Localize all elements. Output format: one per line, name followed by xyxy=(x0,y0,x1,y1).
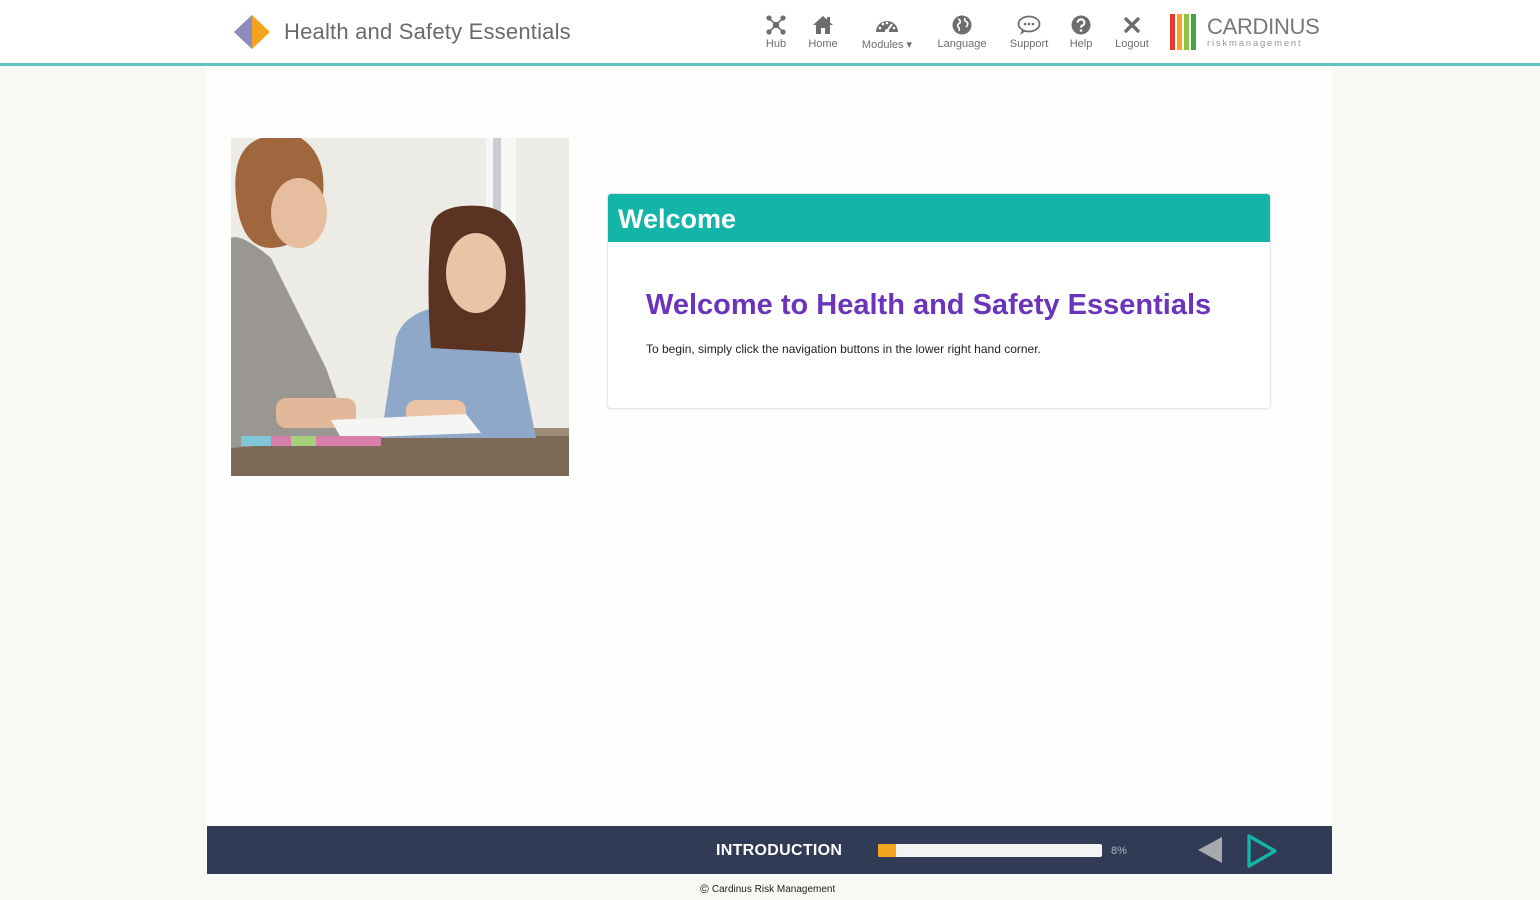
globe-icon xyxy=(952,15,972,35)
nav-help[interactable]: Help xyxy=(1065,14,1097,50)
welcome-heading: Welcome to Health and Safety Essentials xyxy=(646,289,1212,321)
close-icon xyxy=(1124,17,1140,33)
nav-help-label: Help xyxy=(1069,38,1093,50)
cardinus-bars-icon xyxy=(1170,14,1198,50)
nav-logout-label: Logout xyxy=(1115,38,1149,50)
progress-bar xyxy=(878,844,1102,857)
nav-modules-dropdown[interactable]: Modules ▾ xyxy=(855,14,919,51)
nav-home-label: Home xyxy=(808,38,838,50)
welcome-card: Welcome Welcome to Health and Safety Ess… xyxy=(607,193,1271,409)
cardinus-bar xyxy=(1177,14,1182,50)
section-title: INTRODUCTION xyxy=(716,842,843,859)
dashboard-icon xyxy=(876,21,898,33)
progress-bar-fill xyxy=(878,844,896,857)
copyright-icon: © xyxy=(700,882,709,896)
cardinus-name: CARDINUS xyxy=(1207,13,1320,39)
nav-modules-label: Modules ▾ xyxy=(861,39,913,51)
nav-language-label: Language xyxy=(937,38,987,50)
next-button[interactable] xyxy=(1245,833,1279,874)
progress-percent: 8% xyxy=(1111,845,1127,857)
nav-logout[interactable]: Logout xyxy=(1110,14,1154,50)
question-icon xyxy=(1071,15,1091,35)
previous-button[interactable] xyxy=(1195,833,1225,872)
nav-hub[interactable]: Hub xyxy=(760,14,792,50)
nav-support-label: Support xyxy=(1009,38,1049,50)
copyright-text: Cardinus Risk Management xyxy=(711,883,836,895)
cardinus-bar xyxy=(1170,14,1175,50)
cardinus-bar xyxy=(1191,14,1196,50)
nav-support[interactable]: Support xyxy=(1005,14,1053,50)
office-photo xyxy=(231,138,569,476)
welcome-card-header: Welcome xyxy=(608,194,1270,242)
triangle-right-icon xyxy=(1247,834,1277,868)
nav-language[interactable]: Language xyxy=(932,14,992,50)
cardinus-bar xyxy=(1184,14,1189,50)
nav-hub-label: Hub xyxy=(765,38,787,50)
top-navigation-bar: Health and Safety Essentials Hub Home Mo… xyxy=(0,0,1540,66)
home-icon xyxy=(813,16,833,34)
welcome-text: To begin, simply click the navigation bu… xyxy=(646,342,1041,356)
copyright-notice: © Cardinus Risk Management xyxy=(700,882,835,896)
chat-icon xyxy=(1017,15,1041,35)
nav-home[interactable]: Home xyxy=(803,14,843,50)
hub-icon xyxy=(766,15,786,35)
cardinus-subtitle: riskmanagement xyxy=(1207,37,1303,49)
footer-nav-bar: INTRODUCTION 8% xyxy=(207,826,1332,874)
triangle-left-icon xyxy=(1198,837,1222,863)
cardinus-logo: CARDINUS riskmanagement xyxy=(1170,13,1320,51)
